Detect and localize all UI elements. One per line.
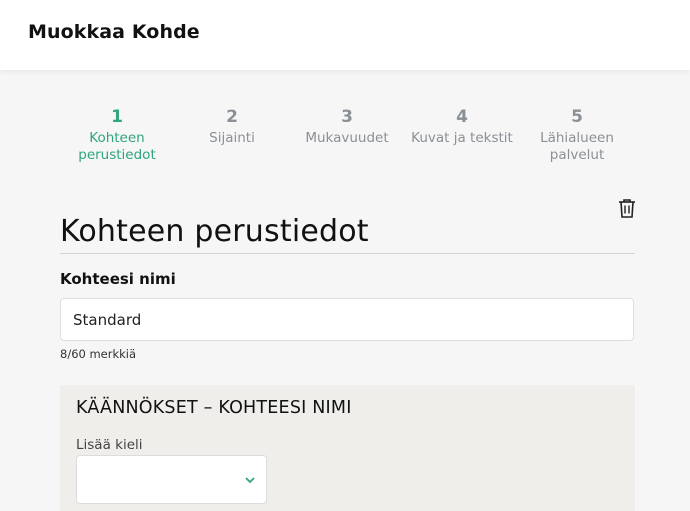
section-title: Kohteen perustiedot (60, 214, 369, 249)
language-select[interactable] (76, 455, 267, 504)
chevron-down-icon (245, 477, 255, 484)
step-2[interactable]: 2 Sijainti (174, 106, 290, 147)
section-divider (60, 253, 635, 254)
trash-icon (619, 199, 635, 218)
step-label-line1: Lähialueen (540, 130, 614, 146)
page-title: Muokkaa Kohde (28, 21, 200, 43)
stepper: 1 Kohteen perustiedot 2 Sijainti 3 Mukav… (0, 106, 690, 176)
name-input[interactable] (60, 298, 634, 341)
step-number: 4 (456, 107, 468, 127)
step-label-line1: Kuvat ja tekstit (411, 130, 513, 146)
step-label-line1: Mukavuudet (305, 130, 389, 146)
translations-panel: KÄÄNNÖKSET – KOHTEESI NIMI Lisää kieli (60, 385, 635, 511)
step-label-line2: perustiedot (78, 147, 156, 163)
step-label-line1: Sijainti (209, 130, 255, 146)
delete-button[interactable] (616, 197, 638, 219)
name-field-label: Kohteesi nimi (60, 270, 176, 288)
step-number: 3 (341, 107, 353, 127)
step-number: 5 (571, 107, 583, 127)
step-number: 1 (111, 107, 123, 127)
char-count: 8/60 merkkiä (60, 347, 137, 361)
step-4[interactable]: 4 Kuvat ja tekstit (404, 106, 520, 147)
step-label-line1: Kohteen (89, 130, 145, 146)
translations-title: KÄÄNNÖKSET – KOHTEESI NIMI (76, 398, 352, 418)
step-label-line2: palvelut (549, 147, 605, 163)
add-language-label: Lisää kieli (76, 437, 143, 453)
top-header: Muokkaa Kohde (0, 0, 690, 70)
step-3[interactable]: 3 Mukavuudet (289, 106, 405, 147)
step-5[interactable]: 5 Lähialueen palvelut (519, 106, 635, 164)
step-1[interactable]: 1 Kohteen perustiedot (59, 106, 175, 164)
step-number: 2 (226, 107, 238, 127)
